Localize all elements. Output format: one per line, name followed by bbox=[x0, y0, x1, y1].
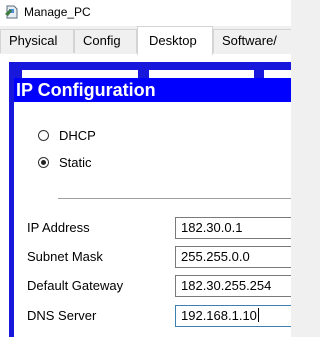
frame-strip bbox=[149, 70, 254, 78]
dns-server-input[interactable]: 192.168.1.10 bbox=[175, 305, 291, 327]
dns-server-value: 192.168.1.10 bbox=[181, 308, 257, 323]
frame-strip bbox=[264, 70, 291, 78]
window-title: Manage_PC bbox=[24, 5, 91, 19]
title-bar: Manage_PC bbox=[0, 0, 291, 26]
dhcp-label: DHCP bbox=[59, 128, 96, 143]
ip-address-label: IP Address bbox=[27, 220, 90, 235]
subnet-mask-value: 255.255.0.0 bbox=[181, 249, 250, 264]
static-label: Static bbox=[59, 155, 92, 170]
ip-configuration-header: IP Configuration bbox=[14, 78, 291, 102]
subnet-mask-label: Subnet Mask bbox=[27, 249, 103, 264]
dns-server-label: DNS Server bbox=[27, 308, 97, 323]
section-divider bbox=[58, 198, 291, 199]
frame-strip bbox=[22, 70, 138, 78]
text-caret bbox=[257, 308, 259, 322]
radio-checked-icon[interactable] bbox=[38, 157, 49, 168]
manage-pc-window: Manage_PC Physical Config Desktop Softwa… bbox=[0, 0, 291, 337]
tab-desktop[interactable]: Desktop bbox=[137, 26, 213, 55]
radio-unchecked-icon[interactable] bbox=[38, 130, 49, 141]
default-gateway-label: Default Gateway bbox=[27, 278, 124, 293]
ip-address-value: 182.30.0.1 bbox=[181, 220, 243, 235]
ip-address-input[interactable]: 182.30.0.1 bbox=[175, 217, 291, 239]
subnet-mask-input[interactable]: 255.255.0.0 bbox=[175, 246, 291, 268]
tab-config[interactable]: Config bbox=[74, 29, 137, 53]
tab-physical[interactable]: Physical bbox=[0, 29, 74, 53]
default-gateway-value: 182.30.255.254 bbox=[181, 278, 272, 293]
pc-icon bbox=[5, 5, 19, 19]
default-gateway-input[interactable]: 182.30.255.254 bbox=[175, 275, 291, 297]
tab-software[interactable]: Software/ bbox=[213, 29, 291, 53]
